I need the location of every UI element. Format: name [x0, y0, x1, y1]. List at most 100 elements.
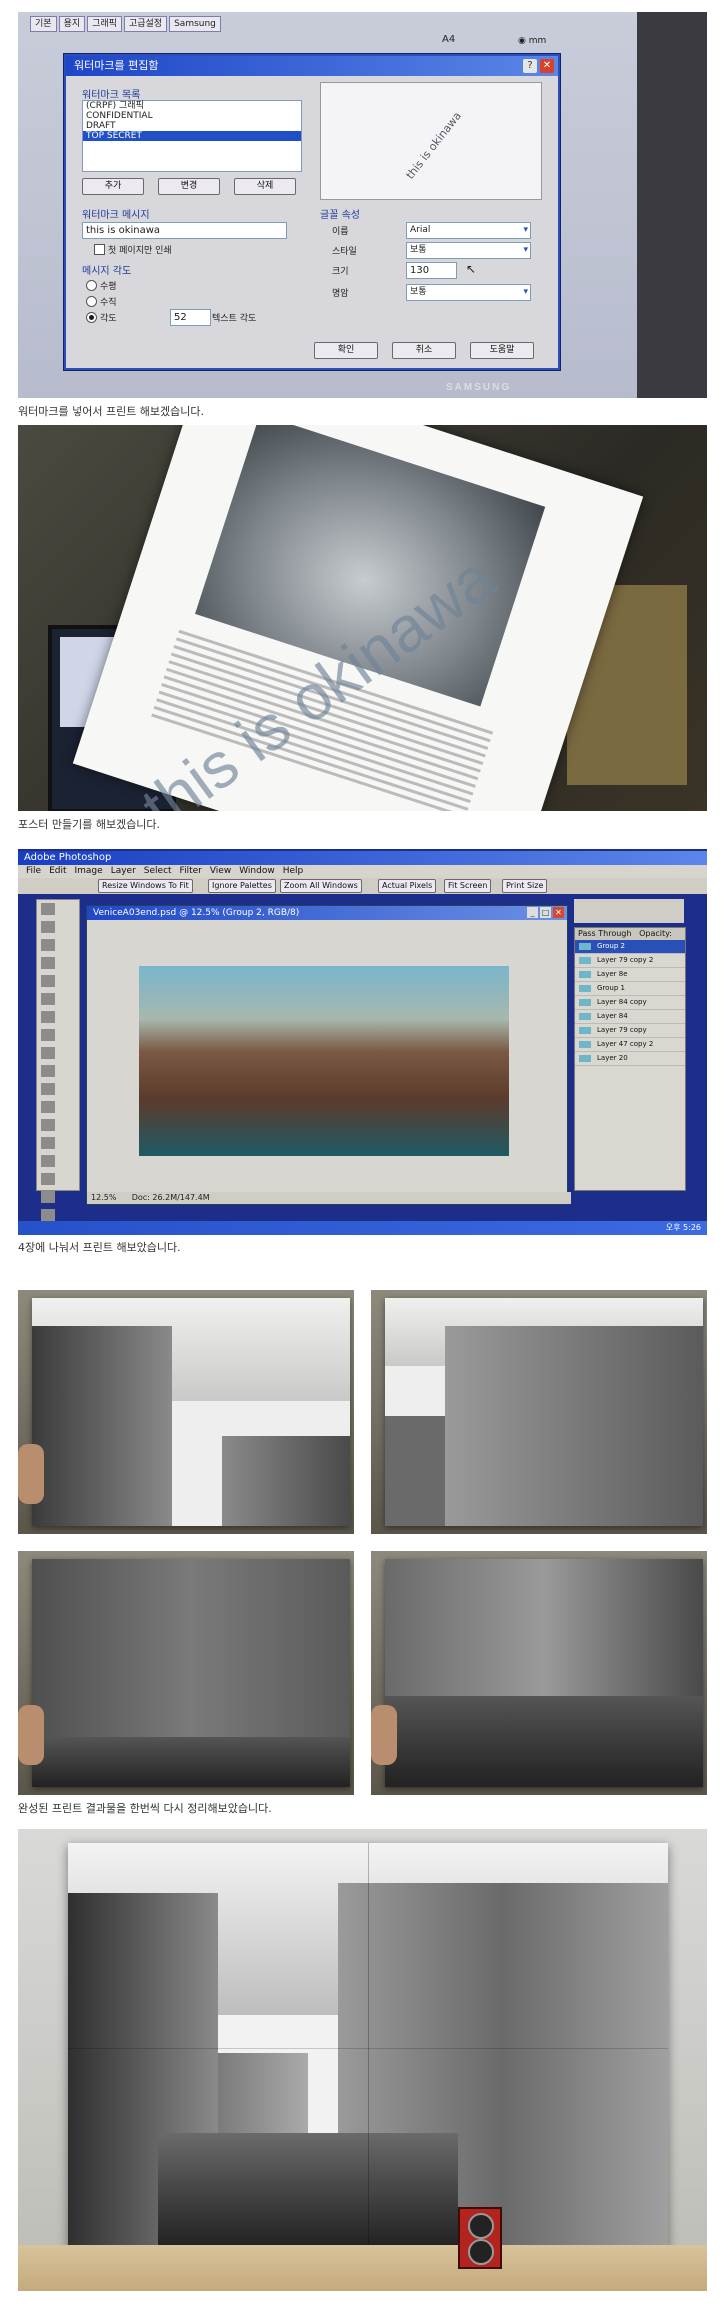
message-input[interactable]: this is okinawa: [82, 222, 287, 239]
gradient-tool-icon[interactable]: [41, 1101, 55, 1113]
menu-file[interactable]: File: [26, 865, 41, 878]
marquee-tool-icon[interactable]: [41, 921, 55, 933]
add-button[interactable]: 추가: [82, 178, 144, 195]
layer-row-selected[interactable]: Group 2: [575, 940, 685, 954]
move-tool-icon[interactable]: [41, 903, 55, 915]
maximize-icon[interactable]: □: [540, 907, 551, 918]
history-tool-icon[interactable]: [41, 1065, 55, 1077]
watermark-list-label: 워터마크 목록: [82, 90, 141, 101]
menu-window[interactable]: Window: [239, 865, 275, 878]
menu-image[interactable]: Image: [75, 865, 103, 878]
print-tile-top-right: [371, 1290, 707, 1534]
unit-mm-option[interactable]: ◉ mm: [518, 36, 546, 46]
watermark-dialog: 워터마크를 편집함 ? ✕ 워터마크 목록 (CRPF) 그래픽 CONFIDE…: [64, 54, 560, 370]
heal-tool-icon[interactable]: [41, 1011, 55, 1023]
layer-row[interactable]: Layer 79 copy 2: [575, 954, 685, 968]
font-name-label: 이름: [332, 227, 349, 237]
close-icon[interactable]: ✕: [540, 59, 554, 73]
shade-select[interactable]: 보통: [406, 284, 531, 301]
type-tool-icon[interactable]: [41, 1173, 55, 1185]
menu-help[interactable]: Help: [283, 865, 304, 878]
blur-tool-icon[interactable]: [41, 1119, 55, 1131]
resize-windows-checkbox[interactable]: Resize Windows To Fit: [98, 879, 193, 893]
angle-input[interactable]: 52: [170, 309, 211, 326]
photoshop-options-bar: Resize Windows To Fit Ignore Palettes Zo…: [18, 878, 707, 894]
list-item[interactable]: CONFIDENTIAL: [83, 111, 301, 121]
actual-pixels-button[interactable]: Actual Pixels: [378, 879, 437, 893]
delete-button[interactable]: 삭제: [234, 178, 296, 195]
close-icon[interactable]: ✕: [553, 907, 564, 918]
pen-tool-icon[interactable]: [41, 1191, 55, 1203]
assembled-poster: [68, 1843, 668, 2253]
venice-canvas-image[interactable]: [139, 966, 509, 1156]
blend-mode-select[interactable]: Pass Through: [578, 929, 631, 938]
path-tool-icon[interactable]: [41, 1155, 55, 1167]
layer-row[interactable]: Layer 84 copy: [575, 996, 685, 1010]
ignore-palettes-checkbox[interactable]: Ignore Palettes: [208, 879, 276, 893]
layer-row[interactable]: Layer 79 copy: [575, 1024, 685, 1038]
cancel-button[interactable]: 취소: [392, 342, 456, 359]
crop-tool-icon[interactable]: [41, 975, 55, 987]
menu-layer[interactable]: Layer: [111, 865, 136, 878]
size-input[interactable]: 130: [406, 262, 457, 279]
menu-view[interactable]: View: [210, 865, 231, 878]
minimize-icon[interactable]: _: [527, 907, 538, 918]
menu-select[interactable]: Select: [144, 865, 172, 878]
dodge-tool-icon[interactable]: [41, 1137, 55, 1149]
watermark-list[interactable]: (CRPF) 그래픽 CONFIDENTIAL DRAFT TOP SECRET: [82, 100, 302, 172]
layer-row[interactable]: Layer 20: [575, 1052, 685, 1066]
monitor-brand: SAMSUNG: [446, 382, 512, 393]
angle-horizontal-label: 수평: [100, 282, 117, 292]
angle-vertical-radio[interactable]: [86, 296, 97, 307]
shape-tool-icon[interactable]: [41, 1209, 55, 1221]
stamp-tool-icon[interactable]: [41, 1047, 55, 1059]
tab-samsung[interactable]: Samsung: [169, 16, 221, 32]
font-name-select[interactable]: Arial: [406, 222, 531, 239]
first-page-checkbox[interactable]: [94, 244, 105, 255]
lasso-tool-icon[interactable]: [41, 939, 55, 951]
help-icon[interactable]: ?: [523, 59, 537, 73]
ok-button[interactable]: 확인: [314, 342, 378, 359]
document-status: 12.5% Doc: 26.2M/147.4M: [87, 1192, 571, 1204]
zoom-level[interactable]: 12.5%: [91, 1193, 116, 1202]
menu-edit[interactable]: Edit: [49, 865, 66, 878]
layer-row[interactable]: Layer 47 copy 2: [575, 1038, 685, 1052]
tile-building: [222, 1436, 350, 1526]
poster-canal: [158, 2133, 458, 2253]
tray-clock: 오후 5:26: [665, 1223, 701, 1232]
tab-graphic[interactable]: 그래픽: [87, 16, 122, 32]
update-button[interactable]: 변경: [158, 178, 220, 195]
angle-horizontal-radio[interactable]: [86, 280, 97, 291]
layer-row[interactable]: Layer 84: [575, 1010, 685, 1024]
first-page-label: 첫 페이지만 인쇄: [108, 246, 172, 256]
style-select[interactable]: 보통: [406, 242, 531, 259]
message-label: 워터마크 메시지: [82, 210, 150, 221]
list-item[interactable]: (CRPF) 그래픽: [83, 101, 301, 111]
tile-sheet: [32, 1298, 350, 1526]
eraser-tool-icon[interactable]: [41, 1083, 55, 1095]
angle-custom-radio[interactable]: [86, 312, 97, 323]
layers-palette-header: Pass Through Opacity: 100%: [575, 928, 685, 950]
slice-tool-icon[interactable]: [41, 993, 55, 1005]
list-item[interactable]: DRAFT: [83, 121, 301, 131]
dialog-title: 워터마크를 편집함: [74, 59, 159, 72]
layer-row[interactable]: Layer 8e: [575, 968, 685, 982]
tile-building: [32, 1326, 172, 1526]
tab-paper[interactable]: 용지: [58, 16, 86, 32]
fit-screen-button[interactable]: Fit Screen: [444, 879, 492, 893]
menu-filter[interactable]: Filter: [180, 865, 202, 878]
caption-four-sheets: 4장에 나눠서 프린트 해보았습니다.: [18, 1241, 181, 1254]
layer-row[interactable]: Group 1: [575, 982, 685, 996]
photoshop-toolbox: [36, 899, 80, 1235]
tab-advanced[interactable]: 고급설정: [123, 16, 168, 32]
list-item-selected[interactable]: TOP SECRET: [83, 131, 301, 141]
help-button[interactable]: 도움말: [470, 342, 534, 359]
shade-label: 명암: [332, 289, 349, 299]
print-size-button[interactable]: Print Size: [502, 879, 548, 893]
angle-vertical-label: 수직: [100, 298, 117, 308]
zoom-all-windows-checkbox[interactable]: Zoom All Windows: [280, 879, 362, 893]
brush-tool-icon[interactable]: [41, 1029, 55, 1041]
wand-tool-icon[interactable]: [41, 957, 55, 969]
tab-basic[interactable]: 기본: [30, 16, 57, 32]
print-tile-top-left: [18, 1290, 354, 1534]
